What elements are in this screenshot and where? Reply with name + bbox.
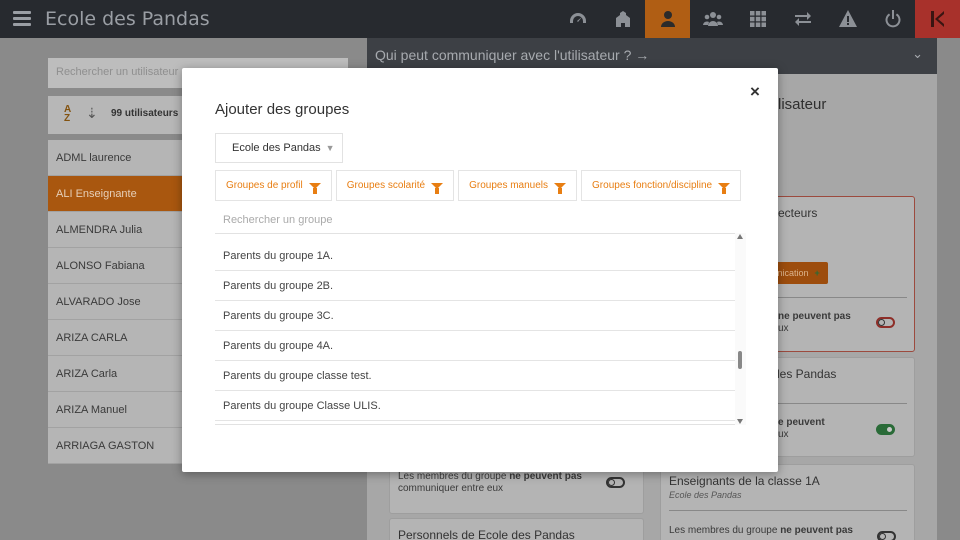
group-list-scrollbar[interactable] xyxy=(735,233,746,425)
card-title: Personnels de Ecole des Pandas xyxy=(398,528,575,540)
modal-title: Ajouter des groupes xyxy=(215,101,350,118)
communication-toggle[interactable] xyxy=(606,477,625,488)
close-icon[interactable]: × xyxy=(750,82,760,102)
scroll-thumb[interactable] xyxy=(738,351,742,369)
sort-list-icon[interactable]: ⇣ xyxy=(86,105,98,122)
filter-manual-groups-button[interactable]: Groupes manuels xyxy=(458,170,578,201)
filter-icon xyxy=(718,182,731,194)
app-title: Ecole des Pandas xyxy=(45,8,210,30)
school-select[interactable]: Ecole des Pandas ▼ xyxy=(215,133,343,163)
top-bar: Ecole des Pandas xyxy=(0,0,960,38)
school-select-value: Ecole des Pandas xyxy=(232,142,321,154)
filter-icon xyxy=(554,182,567,194)
group-list-item[interactable]: Parents du groupe classe test. xyxy=(215,361,735,391)
card-toggle-text: Les membres du groupe ne peuvent pas xyxy=(669,525,853,536)
group-list-item[interactable]: Parents du groupe 3C. xyxy=(215,301,735,331)
hamburger-menu-icon[interactable] xyxy=(13,11,31,26)
filter-icon xyxy=(431,182,444,194)
card-title: des Pandas xyxy=(773,367,837,381)
scroll-down-icon[interactable] xyxy=(737,419,743,424)
communication-toggle[interactable] xyxy=(876,317,895,328)
sort-az-icon[interactable]: AZ xyxy=(64,105,71,124)
group-list-item[interactable]: Parents du groupe Classe ULIS. xyxy=(215,391,735,421)
card-subtitle: Ecole des Pandas xyxy=(669,490,742,500)
scroll-up-icon[interactable] xyxy=(737,234,743,239)
communication-toggle[interactable] xyxy=(876,424,895,435)
card-toggle-text: ne peuvent pas ux xyxy=(778,311,851,334)
group-filters: Groupes de profil Groupes scolarité Grou… xyxy=(215,170,742,201)
divider xyxy=(669,510,907,511)
card-toggle-text: Les membres du groupe ne peuvent pas comm… xyxy=(398,471,582,494)
section-title: Qui peut communiquer avec l'utilisateur … xyxy=(375,47,650,63)
chevron-down-icon[interactable]: ⌄ xyxy=(912,46,923,62)
group-list-item[interactable]: Parents du groupe 4A. xyxy=(215,331,735,361)
transfer-icon[interactable] xyxy=(780,0,825,38)
users-icon[interactable] xyxy=(690,0,735,38)
panel-title: lisateur xyxy=(778,96,827,113)
group-list-item[interactable]: Parents du groupe 2B. xyxy=(215,271,735,301)
filter-profile-groups-button[interactable]: Groupes de profil xyxy=(215,170,332,201)
group-list-item[interactable]: Parents du groupe 1A. xyxy=(215,241,735,271)
card-title: Enseignants de la classe 1A xyxy=(669,474,820,488)
school-icon[interactable] xyxy=(600,0,645,38)
add-groups-modal: Ajouter des groupes × Ecole des Pandas ▼ … xyxy=(182,68,778,472)
dashboard-icon[interactable] xyxy=(555,0,600,38)
grid-icon[interactable] xyxy=(735,0,780,38)
group-list: Parents du groupe 1A. Parents du groupe … xyxy=(215,233,746,425)
filter-function-groups-button[interactable]: Groupes fonction/discipline xyxy=(581,170,742,201)
enseignants-card: Enseignants de la classe 1A Ecole des Pa… xyxy=(660,464,915,540)
divider xyxy=(757,403,907,404)
exit-icon[interactable] xyxy=(915,0,960,38)
card-title: ecteurs xyxy=(778,206,818,220)
caret-down-icon: ▼ xyxy=(325,143,335,153)
filter-school-groups-button[interactable]: Groupes scolarité xyxy=(335,170,455,201)
user-count: 99 utilisateurs xyxy=(111,108,179,119)
power-icon[interactable] xyxy=(870,0,915,38)
group-search-input[interactable] xyxy=(215,207,745,233)
personnels-card: Personnels de Ecole des Pandas xyxy=(389,518,644,540)
filter-icon xyxy=(308,182,321,194)
divider xyxy=(757,297,907,298)
card-toggle-text: e peuvent ux xyxy=(778,417,825,440)
warning-icon[interactable] xyxy=(825,0,870,38)
user-icon[interactable] xyxy=(645,0,690,38)
nav-icons xyxy=(555,0,960,38)
communication-toggle[interactable] xyxy=(877,531,896,540)
